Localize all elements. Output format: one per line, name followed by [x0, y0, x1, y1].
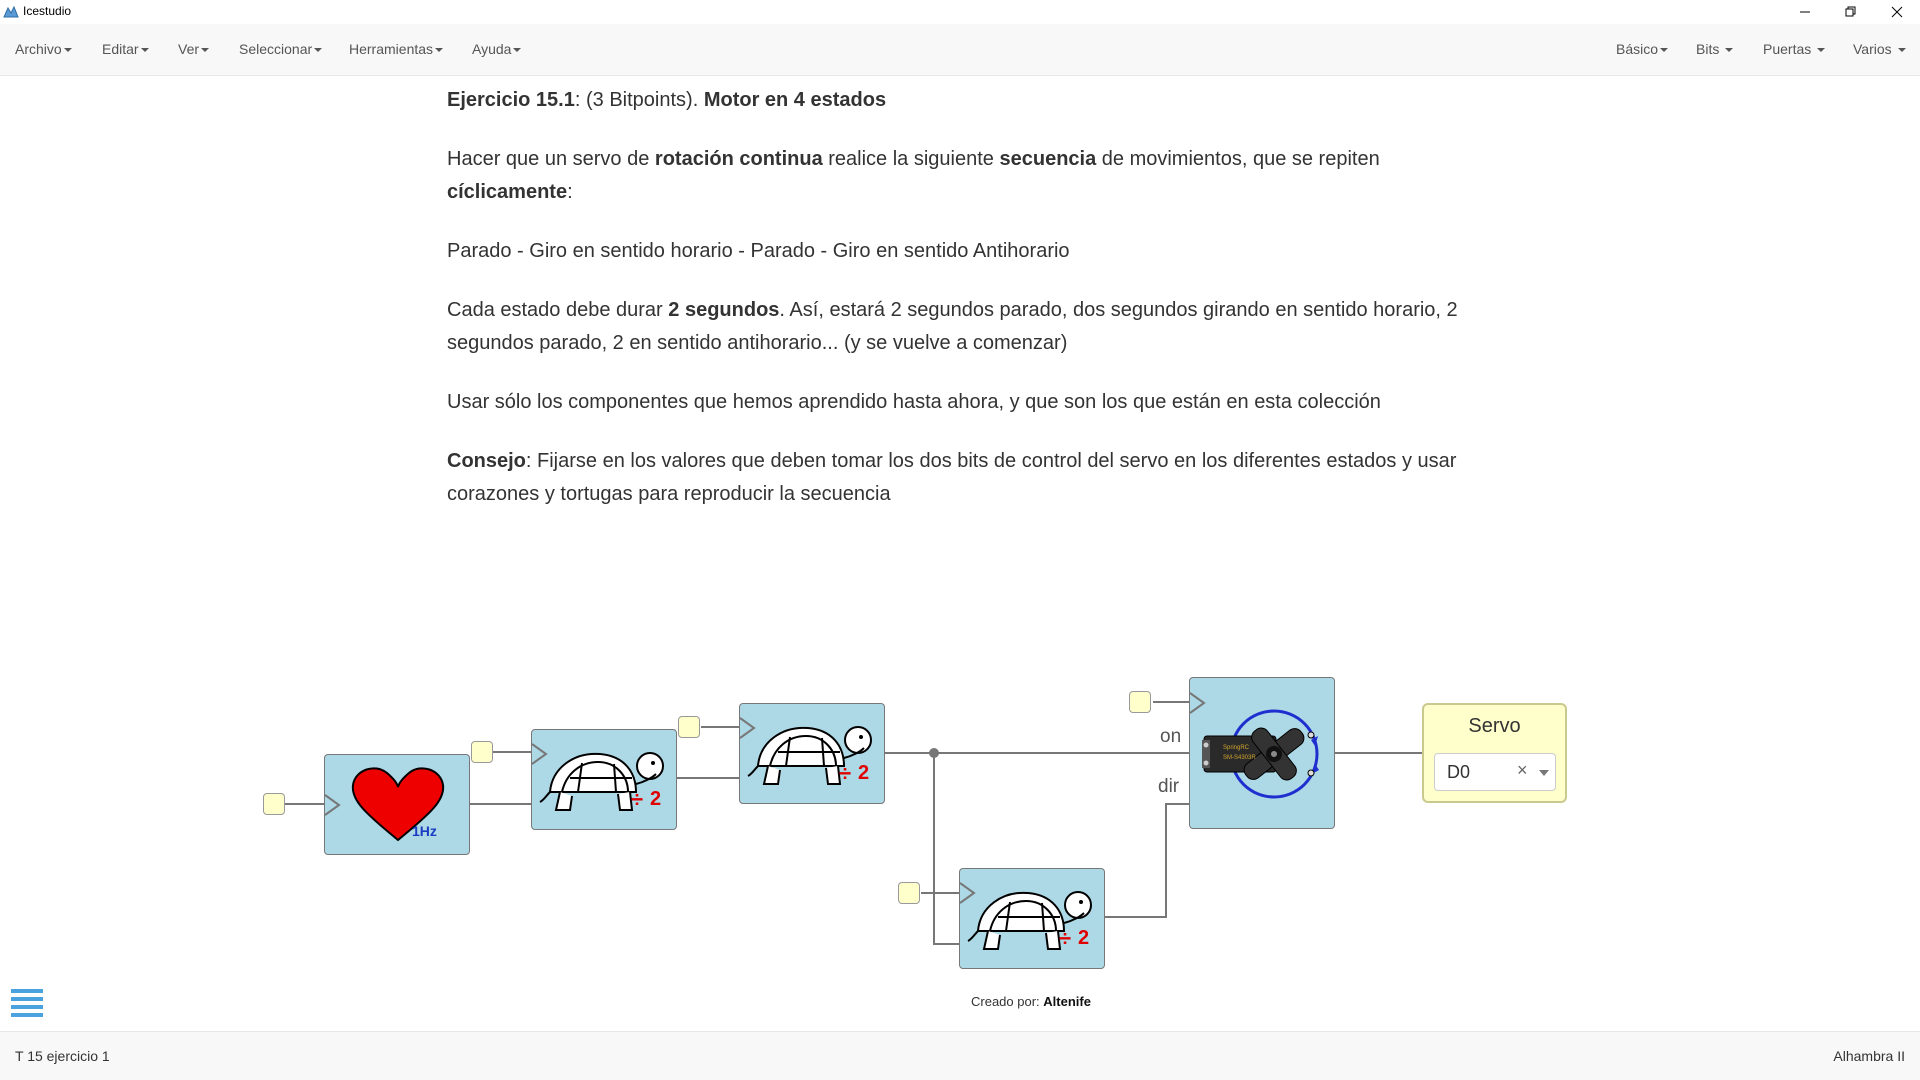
turtle-prescaler-block[interactable]: ÷ 2	[531, 729, 677, 830]
svg-text:÷: ÷	[1059, 926, 1071, 951]
servo-chip-label-1: SpringRC	[1223, 745, 1250, 751]
credit-prefix: Creado por:	[971, 994, 1044, 1009]
dropdown-arrow-icon[interactable]	[1539, 770, 1549, 776]
input-port[interactable]	[263, 793, 285, 815]
svg-text:÷: ÷	[839, 761, 851, 786]
clear-selection-icon[interactable]: ×	[1517, 760, 1528, 781]
status-bar: T 15 ejercicio 1 Alhambra II	[0, 1031, 1920, 1080]
input-port[interactable]	[1129, 691, 1151, 713]
svg-text:÷: ÷	[631, 787, 643, 812]
servo-motor-icon	[1190, 692, 1319, 799]
turtle-icon: ÷	[740, 717, 872, 786]
heart-icon	[325, 767, 445, 842]
project-name: T 15 ejercicio 1	[15, 1048, 110, 1064]
credit-author: Altenife	[1043, 994, 1091, 1009]
wire-turtle3-to-dir	[1105, 803, 1189, 918]
heart-block[interactable]: 1Hz	[324, 754, 470, 855]
turtle-prescaler-block[interactable]: ÷ 2	[739, 703, 885, 804]
servo-chip-label-2: SM-S4303R	[1223, 755, 1256, 761]
turtle-icon: ÷	[960, 882, 1092, 951]
wire-junction	[929, 748, 939, 758]
input-port[interactable]	[471, 741, 493, 763]
heart-frequency-label: 1Hz	[412, 823, 437, 839]
turtle-prescaler-block[interactable]: ÷ 2	[959, 868, 1105, 969]
input-port[interactable]	[898, 882, 920, 904]
wire-branch-to-turtle3	[933, 753, 959, 945]
prescaler-label: 2	[1078, 927, 1090, 949]
pin-select-value: D0	[1447, 762, 1471, 782]
servo-output-title: Servo	[1468, 715, 1521, 737]
prescaler-label: 2	[650, 788, 662, 810]
credit-line: Creado por: Altenife	[971, 994, 1091, 1009]
servo-port-on-label: on	[1160, 726, 1182, 747]
prescaler-label: 2	[858, 762, 870, 784]
turtle-icon: ÷	[532, 743, 664, 812]
servo-output-block[interactable]: Servo D0 ×	[1422, 703, 1567, 803]
hamburger-menu-icon[interactable]	[11, 989, 43, 1017]
servo-motor-block[interactable]: SpringRC SM-S4303R	[1189, 677, 1335, 829]
board-name[interactable]: Alhambra II	[1833, 1048, 1905, 1064]
servo-port-dir-label: dir	[1158, 776, 1180, 797]
input-port[interactable]	[678, 716, 700, 738]
pin-select[interactable]: D0 ×	[1434, 753, 1556, 791]
